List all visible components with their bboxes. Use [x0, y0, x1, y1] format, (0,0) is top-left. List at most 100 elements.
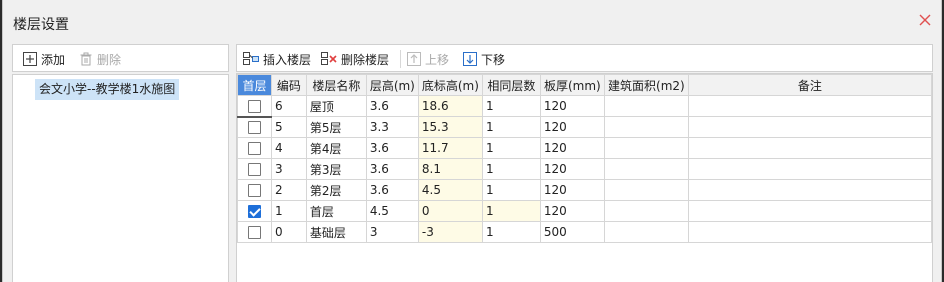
cell-first-floor[interactable] — [237, 137, 272, 159]
table-row[interactable]: 2 第2层 3.6 4.5 1 120 — [237, 179, 932, 201]
cell-code[interactable]: 3 — [270, 158, 307, 180]
cell-note[interactable] — [687, 179, 932, 201]
delete-label: 删除 — [97, 52, 122, 67]
cell-height[interactable]: 4.5 — [365, 200, 419, 222]
cell-first-floor[interactable] — [237, 221, 272, 243]
cell-code[interactable]: 5 — [270, 116, 307, 138]
table-row[interactable]: 4 第4层 3.6 11.7 1 120 — [237, 137, 932, 159]
insert-floor-button[interactable]: 插入楼层 — [243, 50, 311, 68]
table-row[interactable]: 3 第3层 3.6 8.1 1 120 — [237, 158, 932, 180]
cell-slab-thickness[interactable]: 120 — [539, 158, 605, 180]
cell-same-count[interactable]: 1 — [481, 95, 541, 117]
cell-slab-thickness[interactable]: 120 — [539, 116, 605, 138]
cell-floor-name[interactable]: 第3层 — [305, 158, 367, 180]
cell-base-elevation[interactable]: 4.5 — [417, 179, 483, 201]
table-row[interactable]: 0 基础层 3 -3 1 500 — [237, 221, 932, 243]
cell-height[interactable]: 3.6 — [365, 158, 419, 180]
cell-building-area[interactable] — [603, 116, 689, 138]
cell-building-area[interactable] — [603, 137, 689, 159]
col-header-slab-thickness[interactable]: 板厚(mm) — [539, 74, 605, 96]
cell-slab-thickness[interactable]: 120 — [539, 137, 605, 159]
cell-height[interactable]: 3.6 — [365, 137, 419, 159]
cell-note[interactable] — [687, 95, 932, 117]
cell-floor-name[interactable]: 第2层 — [305, 179, 367, 201]
first-floor-checkbox[interactable] — [247, 121, 261, 135]
col-header-note[interactable]: 备注 — [687, 74, 932, 96]
cell-floor-name[interactable]: 第5层 — [305, 116, 367, 138]
cell-height[interactable]: 3.6 — [365, 179, 419, 201]
cell-floor-name[interactable]: 屋顶 — [305, 95, 367, 117]
cell-same-count[interactable]: 1 — [481, 116, 541, 138]
cell-same-count[interactable]: 1 — [481, 221, 541, 243]
cell-base-elevation[interactable]: -3 — [417, 221, 483, 243]
cell-height[interactable]: 3.3 — [365, 116, 419, 138]
delete-button[interactable]: 删除 — [79, 50, 121, 68]
floor-rows: 6 屋顶 3.6 18.6 1 120 5 第5层 3.3 15.3 1 120 4 第4层 3.6 11.7… — [237, 95, 932, 243]
cell-code[interactable]: 4 — [270, 137, 307, 159]
move-down-button[interactable]: 下移 — [463, 50, 505, 68]
cell-code[interactable]: 2 — [270, 179, 307, 201]
cell-building-area[interactable] — [603, 179, 689, 201]
cell-note[interactable] — [687, 116, 932, 138]
first-floor-checkbox[interactable] — [247, 99, 261, 113]
cell-code[interactable]: 1 — [270, 200, 307, 222]
cell-note[interactable] — [687, 221, 932, 243]
first-floor-checkbox-checked[interactable] — [247, 205, 261, 218]
col-header-same-count[interactable]: 相同层数 — [481, 74, 541, 96]
cell-note[interactable] — [687, 137, 932, 159]
col-header-height[interactable]: 层高(m) — [365, 74, 419, 96]
cell-floor-name[interactable]: 第4层 — [305, 137, 367, 159]
first-floor-checkbox[interactable] — [247, 142, 261, 155]
cell-slab-thickness[interactable]: 120 — [539, 95, 605, 117]
move-up-button[interactable]: 上移 — [407, 50, 449, 68]
add-button[interactable]: 添加 — [23, 50, 65, 68]
cell-floor-name[interactable]: 基础层 — [305, 221, 367, 243]
floor-grid: 首层 编码 楼层名称 层高(m) 底标高(m) 相同层数 板厚(mm) 建筑面积… — [236, 73, 933, 282]
first-floor-checkbox[interactable] — [247, 163, 261, 176]
col-header-code[interactable]: 编码 — [270, 74, 307, 96]
cell-same-count[interactable]: 1 — [481, 137, 541, 159]
tree-item-project[interactable]: 会文小学--教学楼1水施图 — [35, 79, 180, 100]
cell-base-elevation[interactable]: 15.3 — [417, 116, 483, 138]
toolbar-divider — [400, 50, 401, 68]
first-floor-checkbox[interactable] — [247, 184, 261, 197]
cell-slab-thickness[interactable]: 500 — [539, 221, 605, 243]
col-header-floor-name[interactable]: 楼层名称 — [305, 74, 367, 96]
cell-first-floor[interactable] — [237, 179, 272, 201]
cell-first-floor[interactable] — [237, 95, 272, 118]
cell-building-area[interactable] — [603, 221, 689, 243]
cell-code[interactable]: 6 — [270, 95, 307, 117]
cell-slab-thickness[interactable]: 120 — [539, 200, 605, 222]
trash-icon — [80, 52, 92, 66]
cell-height[interactable]: 3 — [365, 221, 419, 243]
col-header-building-area[interactable]: 建筑面积(m2) — [603, 74, 689, 96]
cell-note[interactable] — [687, 158, 932, 180]
table-row[interactable]: 6 屋顶 3.6 18.6 1 120 — [237, 95, 932, 118]
col-header-first-floor[interactable]: 首层 — [237, 74, 272, 96]
cell-base-elevation[interactable]: 8.1 — [417, 158, 483, 180]
cell-height[interactable]: 3.6 — [365, 95, 419, 117]
table-row[interactable]: 5 第5层 3.3 15.3 1 120 — [237, 116, 932, 138]
cell-code[interactable]: 0 — [270, 221, 307, 243]
arrow-up-icon — [407, 52, 421, 66]
cell-note[interactable] — [687, 200, 932, 222]
cell-building-area[interactable] — [603, 95, 689, 117]
cell-floor-name[interactable]: 首层 — [305, 200, 367, 222]
cell-same-count[interactable]: 1 — [481, 158, 541, 180]
cell-base-elevation[interactable]: 0 — [417, 200, 483, 222]
delete-floor-button[interactable]: 删除楼层 — [321, 50, 389, 68]
cell-base-elevation[interactable]: 18.6 — [417, 95, 483, 117]
cell-building-area[interactable] — [603, 200, 689, 222]
cell-same-count[interactable]: 1 — [481, 179, 541, 201]
cell-base-elevation[interactable]: 11.7 — [417, 137, 483, 159]
cell-same-count[interactable]: 1 — [481, 200, 541, 222]
cell-first-floor[interactable] — [237, 158, 272, 180]
close-icon[interactable] — [917, 12, 933, 28]
cell-slab-thickness[interactable]: 120 — [539, 179, 605, 201]
cell-first-floor[interactable] — [237, 200, 272, 222]
table-row[interactable]: 1 首层 4.5 0 1 120 — [237, 200, 932, 222]
first-floor-checkbox[interactable] — [247, 226, 261, 239]
col-header-base-elevation[interactable]: 底标高(m) — [417, 74, 483, 96]
cell-first-floor[interactable] — [237, 116, 272, 138]
cell-building-area[interactable] — [603, 158, 689, 180]
